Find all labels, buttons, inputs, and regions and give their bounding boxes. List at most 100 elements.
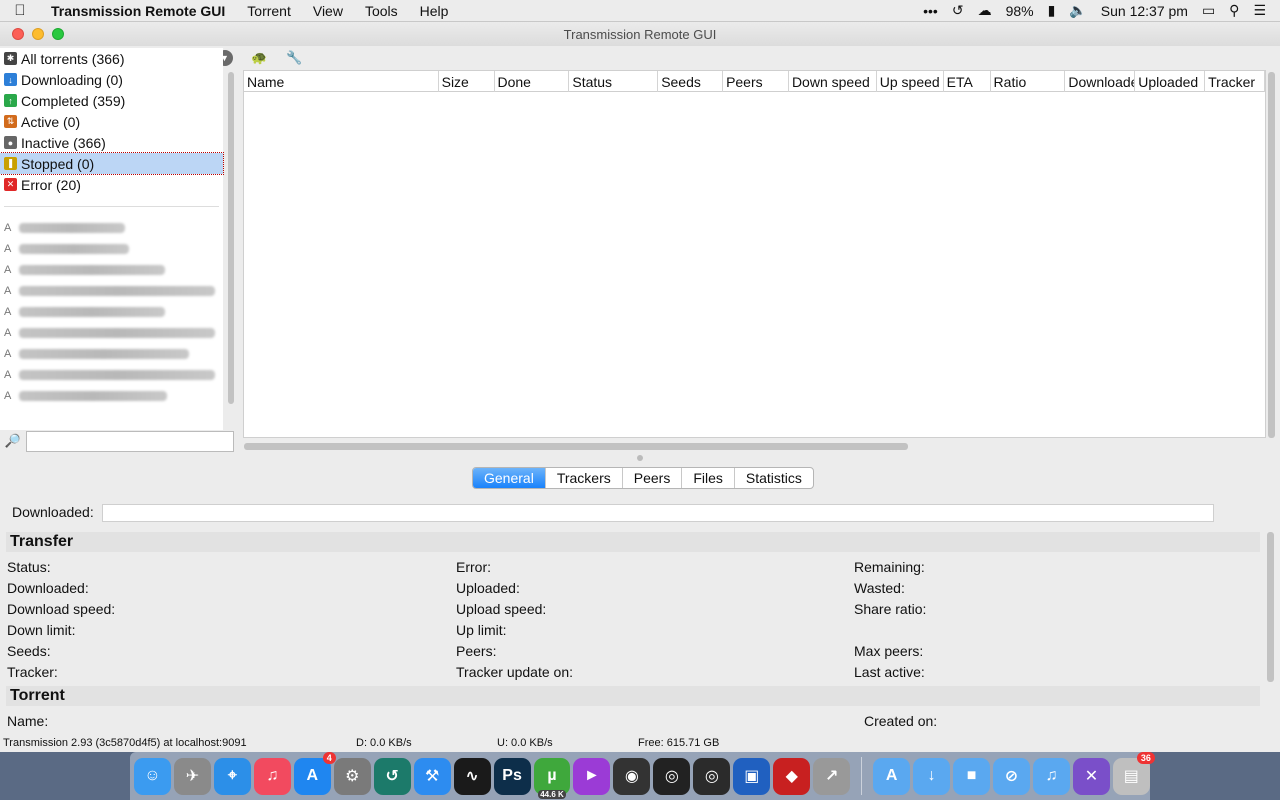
column-header[interactable]: Down speed — [789, 71, 877, 92]
launchpad-icon[interactable]: ✈ — [173, 757, 211, 795]
filter-item[interactable]: ✕ Error (20) — [0, 174, 223, 195]
panel-splitter[interactable] — [0, 455, 1280, 461]
menu-view[interactable]: View — [302, 3, 354, 19]
column-header[interactable]: Peers — [723, 71, 789, 92]
tracker-filter-item[interactable]: Α — [0, 259, 223, 280]
notification-center-icon[interactable]: ☰ — [1253, 2, 1266, 19]
all-icon: ✱ — [4, 52, 17, 65]
filter-item[interactable]: ↑ Completed (359) — [0, 90, 223, 111]
volume-icon[interactable]: 🔈 — [1069, 2, 1086, 19]
filter-item-label: All torrents (366) — [21, 50, 125, 67]
itunes-icon[interactable]: ♫ — [253, 757, 291, 795]
details-panel: Downloaded: Transfer Status: Downloaded: D… — [0, 500, 1280, 736]
system-preferences-icon[interactable]: ⚙ — [333, 757, 371, 795]
appstore-icon[interactable]: A4 — [293, 751, 336, 795]
battery-icon[interactable]: ▮ — [1048, 2, 1056, 19]
display-icon[interactable]: ▣ — [733, 757, 771, 795]
tracker-name-redacted — [19, 243, 129, 254]
tab-statistics[interactable]: Statistics — [735, 468, 813, 488]
column-header[interactable]: Tracker — [1205, 71, 1266, 92]
zoom-window-button[interactable] — [52, 28, 64, 40]
trash-icon[interactable]: ▤ 36 — [1112, 751, 1155, 795]
transfer-field-label: Remaining: — [854, 559, 925, 575]
menu-torrent[interactable]: Torrent — [236, 3, 302, 19]
games-folder-icon[interactable]: ■ — [953, 757, 991, 795]
megaphone-icon[interactable]: ► — [573, 757, 611, 795]
clock[interactable]: Sun 12:37 pm — [1101, 3, 1188, 19]
xcode-folder-icon[interactable]: ✕ — [1072, 757, 1110, 795]
tracker-filter-item[interactable]: Α — [0, 280, 223, 301]
minimize-window-button[interactable] — [32, 28, 44, 40]
column-header[interactable]: Downloade — [1065, 71, 1136, 92]
safari-icon[interactable]: ⌖ — [213, 757, 251, 795]
filter-panel-scrollbar[interactable] — [228, 72, 234, 404]
tracker-filter-item[interactable]: Α — [0, 343, 223, 364]
tracker-filter-item[interactable]: Α — [0, 217, 223, 238]
tracker-filter-item[interactable]: Α — [0, 364, 223, 385]
applications-folder-icon[interactable]: A — [873, 757, 911, 795]
column-header[interactable]: Ratio — [991, 71, 1066, 92]
torrent-table[interactable]: Name Size Done Status Seeds Peers Down speed Up… — [243, 70, 1266, 438]
torrent-table-horizontal-scrollbar[interactable] — [244, 443, 908, 450]
music-folder-icon[interactable]: ♫ — [1032, 757, 1070, 795]
time-machine-status-icon[interactable]: ↺ — [952, 2, 964, 19]
podcast-icon[interactable]: ◉ — [613, 757, 651, 795]
filter-item[interactable]: ● Inactive (366) — [0, 132, 223, 153]
tracker-filter-item[interactable]: Α — [0, 322, 223, 343]
column-header[interactable]: Up speed — [877, 71, 944, 92]
vertical-scroll-thumb[interactable] — [1268, 72, 1275, 438]
downloaded-progress-label: Downloaded: — [12, 504, 94, 520]
tab-peers[interactable]: Peers — [623, 468, 683, 488]
tracker-filter-item[interactable]: Α — [0, 385, 223, 406]
disk-icon[interactable]: ◎ — [693, 757, 731, 795]
more-icon[interactable]: ••• — [923, 3, 938, 19]
menu-tools[interactable]: Tools — [354, 3, 409, 19]
menu-help[interactable]: Help — [409, 3, 460, 19]
menu-app-name[interactable]: Transmission Remote GUI — [40, 3, 236, 19]
column-header[interactable]: Size — [439, 71, 495, 92]
close-window-button[interactable] — [12, 28, 24, 40]
options-button[interactable]: 🔧 — [284, 48, 305, 68]
filter-item[interactable]: ❚ Stopped (0) — [0, 152, 224, 175]
tab-files[interactable]: Files — [682, 468, 735, 488]
dock-badge: 36 — [1136, 751, 1155, 764]
time-machine-icon[interactable]: ↺ — [373, 757, 411, 795]
filter-item[interactable]: ✱ All torrents (366) — [0, 48, 223, 69]
transfer-field-label: Downloaded: — [7, 580, 89, 596]
tab-general[interactable]: General — [473, 468, 546, 488]
torrent-table-vertical-scrollbar[interactable] — [1268, 72, 1275, 438]
tracker-filter-item[interactable]: Α — [0, 301, 223, 322]
cloud-icon[interactable]: ☁ — [978, 2, 992, 19]
cubase-icon[interactable]: ◆ — [773, 757, 811, 795]
activity-monitor-icon[interactable]: ∿ — [453, 757, 491, 795]
finder-icon[interactable]: ☺ — [134, 757, 171, 795]
column-header[interactable]: Seeds — [658, 71, 724, 92]
column-header[interactable]: Done — [495, 71, 570, 92]
music-player-icon[interactable]: ◎ — [653, 757, 691, 795]
spotlight-icon[interactable]: ⚲ — [1229, 2, 1239, 19]
turtle-mode-button[interactable]: 🐢 — [249, 48, 270, 68]
status-free-space: Free: 615.71 GB — [638, 737, 720, 749]
tracker-icon: Α — [4, 389, 12, 402]
inactive-icon: ● — [4, 136, 17, 149]
system-menubar:  Transmission Remote GUI Torrent View T… — [0, 0, 1280, 22]
installer-icon[interactable]: ↗ — [813, 757, 851, 795]
safari-folder-icon[interactable]: ⊘ — [993, 757, 1030, 795]
splitter-handle[interactable] — [637, 455, 643, 461]
details-scrollbar[interactable] — [1267, 532, 1274, 682]
filter-search-input[interactable] — [26, 430, 234, 452]
column-header[interactable]: Name — [244, 71, 439, 92]
filter-item[interactable]: ↓ Downloading (0) — [0, 69, 223, 90]
tab-trackers[interactable]: Trackers — [546, 468, 623, 488]
downloads-folder-icon[interactable]: ↓ — [913, 757, 951, 795]
airplay-icon[interactable]: ▭ — [1202, 2, 1215, 19]
utorrent-icon[interactable]: µ 44.6 K — [533, 757, 571, 799]
filter-item[interactable]: ⇅ Active (0) — [0, 111, 223, 132]
column-header[interactable]: Uploaded — [1135, 71, 1206, 92]
photoshop-icon[interactable]: Ps — [493, 757, 531, 795]
tool-icon[interactable]: ⚒ — [413, 757, 451, 795]
tracker-filter-item[interactable]: Α — [0, 238, 223, 259]
column-header[interactable]: Status — [569, 71, 659, 92]
apple-menu-icon[interactable]:  — [0, 2, 40, 19]
column-header[interactable]: ETA — [944, 71, 991, 92]
